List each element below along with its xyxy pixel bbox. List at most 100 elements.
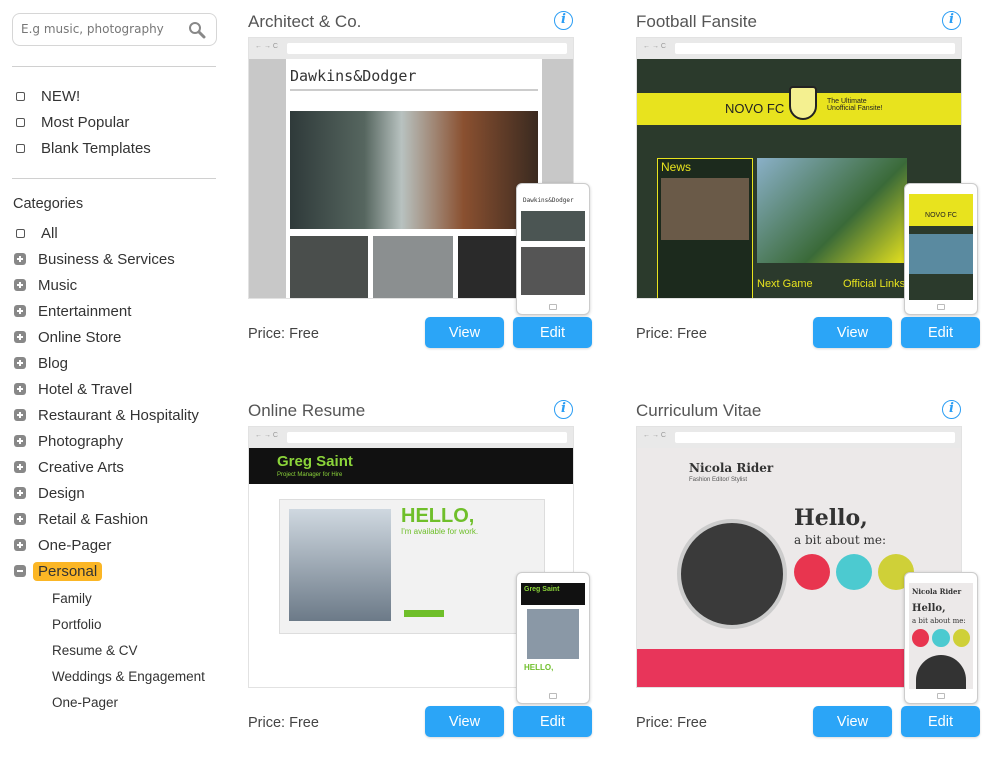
hello-subtext: I'm available for work. xyxy=(401,527,479,536)
category-label: One-Pager xyxy=(38,536,112,554)
mobile-preview: NOVO FC xyxy=(904,183,978,315)
checkbox[interactable] xyxy=(16,143,25,153)
price-label: Price: Free xyxy=(248,326,319,342)
category-design[interactable]: Design xyxy=(14,483,85,503)
hello-text: HELLO, xyxy=(401,505,475,527)
card-title: Curriculum Vitae xyxy=(636,401,762,420)
subcategory-portfolio[interactable]: Portfolio xyxy=(52,617,102,632)
category-one-pager[interactable]: One-Pager xyxy=(14,535,111,555)
checkbox[interactable] xyxy=(16,228,25,238)
card-title: Football Fansite xyxy=(636,12,757,31)
mobile-preview: Greg Saint HELLO, xyxy=(516,572,590,704)
info-icon[interactable]: i xyxy=(554,11,573,30)
filter-new[interactable]: NEW! xyxy=(14,86,80,106)
category-photography[interactable]: Photography xyxy=(14,431,123,451)
info-icon[interactable]: i xyxy=(554,400,573,419)
category-blog[interactable]: Blog xyxy=(14,353,68,373)
checkbox[interactable] xyxy=(16,117,25,127)
price-label: Price: Free xyxy=(636,326,707,342)
category-label: Photography xyxy=(38,432,124,450)
category-personal[interactable]: Personal xyxy=(14,561,103,581)
filter-label: NEW! xyxy=(41,87,81,105)
expand-icon[interactable] xyxy=(14,253,26,265)
category-business-services[interactable]: Business & Services xyxy=(14,249,175,269)
filter-label: Blank Templates xyxy=(41,139,151,157)
phone-headline: NOVO FC xyxy=(909,194,973,226)
edit-button[interactable]: Edit xyxy=(513,706,592,737)
template-card-curriculum-vitae: Curriculum Vitae i ← → C Nicola Rider Fa… xyxy=(636,389,981,759)
search-icon[interactable] xyxy=(188,21,206,39)
expand-icon[interactable] xyxy=(14,331,26,343)
preview-headline: Dawkins&Dodger xyxy=(290,67,417,85)
expand-icon[interactable] xyxy=(14,383,26,395)
category-entertainment[interactable]: Entertainment xyxy=(14,301,131,321)
preview-headline: Nicola Rider xyxy=(689,461,774,475)
preview-subtitle: The Ultimate Unofficial Fansite! xyxy=(827,98,883,112)
view-button[interactable]: View xyxy=(425,317,504,348)
phone-hello: Hello, xyxy=(912,603,946,614)
category-creative-arts[interactable]: Creative Arts xyxy=(14,457,124,477)
mobile-preview: Nicola Rider Hello, a bit about me: xyxy=(904,572,978,704)
category-all[interactable]: All xyxy=(14,223,58,243)
price-label: Price: Free xyxy=(248,715,319,731)
edit-button[interactable]: Edit xyxy=(901,706,980,737)
preview-headline: Greg Saint xyxy=(277,453,353,470)
preview-subtitle: Fashion Editor/ Stylist xyxy=(689,477,748,483)
subcategory-resume-cv[interactable]: Resume & CV xyxy=(52,643,138,658)
category-label: All xyxy=(41,224,58,242)
subcategory-family[interactable]: Family xyxy=(52,591,92,606)
category-retail-fashion[interactable]: Retail & Fashion xyxy=(14,509,148,529)
hello-subtext: a bit about me: xyxy=(794,533,887,547)
phone-headline: Greg Saint xyxy=(521,583,585,605)
category-hotel-travel[interactable]: Hotel & Travel xyxy=(14,379,132,399)
expand-icon[interactable] xyxy=(14,487,26,499)
checkbox[interactable] xyxy=(16,91,25,101)
category-label: Creative Arts xyxy=(38,458,124,476)
template-card-football: Football Fansite i ← → C NOVO FC The Ult… xyxy=(636,0,981,370)
categories-heading: Categories xyxy=(13,196,84,212)
collapse-icon[interactable] xyxy=(14,565,26,577)
expand-icon[interactable] xyxy=(14,435,26,447)
expand-icon[interactable] xyxy=(14,461,26,473)
hello-text: Hello, xyxy=(794,505,868,531)
phone-hello: HELLO, xyxy=(524,663,554,672)
search-box[interactable] xyxy=(12,13,217,46)
category-label: Music xyxy=(38,276,78,294)
subcategory-weddings[interactable]: Weddings & Engagement xyxy=(52,669,205,684)
category-online-store[interactable]: Online Store xyxy=(14,327,121,347)
expand-icon[interactable] xyxy=(14,513,26,525)
card-title: Online Resume xyxy=(248,401,366,420)
mobile-preview: Dawkins&Dodger xyxy=(516,183,590,315)
view-button[interactable]: View xyxy=(813,317,892,348)
search-input[interactable] xyxy=(21,22,181,36)
news-label: News xyxy=(661,160,692,174)
expand-icon[interactable] xyxy=(14,279,26,291)
filter-label: Most Popular xyxy=(41,113,130,131)
category-label: Online Store xyxy=(38,328,122,346)
divider xyxy=(12,66,216,67)
template-card-architect: Architect & Co. i ← → C Dawkins&Dodger D… xyxy=(248,0,593,370)
category-label: Hotel & Travel xyxy=(38,380,133,398)
expand-icon[interactable] xyxy=(14,357,26,369)
edit-button[interactable]: Edit xyxy=(513,317,592,348)
expand-icon[interactable] xyxy=(14,305,26,317)
category-label: Entertainment xyxy=(38,302,132,320)
phone-headline: Dawkins&Dodger xyxy=(523,197,574,204)
expand-icon[interactable] xyxy=(14,409,26,421)
info-icon[interactable]: i xyxy=(942,11,961,30)
info-icon[interactable]: i xyxy=(942,400,961,419)
phone-headline: Nicola Rider xyxy=(912,587,962,596)
view-button[interactable]: View xyxy=(813,706,892,737)
view-button[interactable]: View xyxy=(425,706,504,737)
preview-headline: NOVO FC xyxy=(725,101,785,116)
category-music[interactable]: Music xyxy=(14,275,77,295)
subcategory-one-pager[interactable]: One-Pager xyxy=(52,695,118,710)
edit-button[interactable]: Edit xyxy=(901,317,980,348)
links-label: Official Links xyxy=(843,278,906,290)
filter-blank-templates[interactable]: Blank Templates xyxy=(14,138,151,158)
expand-icon[interactable] xyxy=(14,539,26,551)
filter-most-popular[interactable]: Most Popular xyxy=(14,112,129,132)
preview-subtitle: Project Manager for Hire xyxy=(277,472,343,478)
category-restaurant-hospitality[interactable]: Restaurant & Hospitality xyxy=(14,405,199,425)
category-label: Retail & Fashion xyxy=(38,510,149,528)
